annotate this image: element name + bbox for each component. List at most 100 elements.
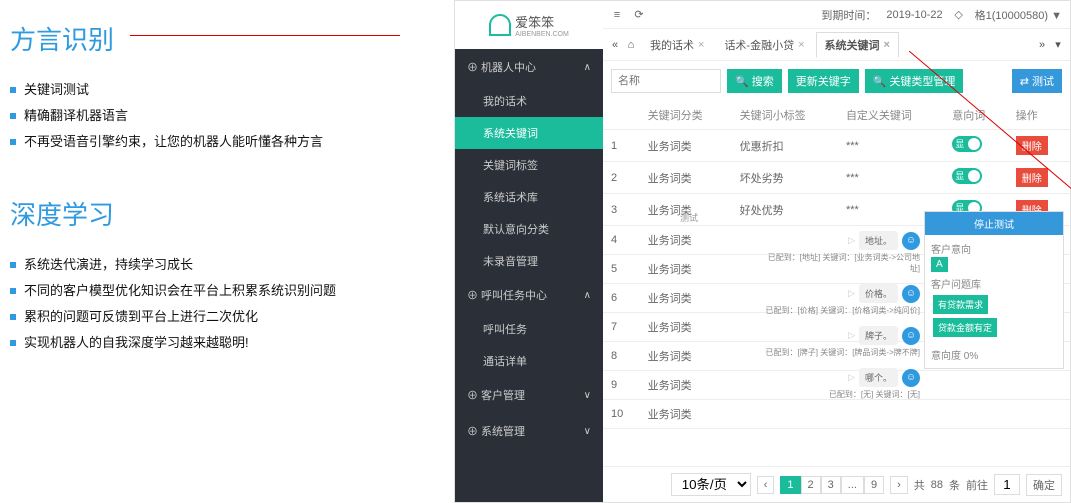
user-menu[interactable]: 格1(10000580) ▼ bbox=[975, 7, 1062, 23]
manage-types-button[interactable]: 🔍 关键类型管理 bbox=[865, 69, 964, 93]
sidebar-group[interactable]: ⊕ 客户管理∨ bbox=[455, 377, 603, 413]
tabs-prev-icon[interactable]: « bbox=[609, 39, 621, 51]
search-button[interactable]: 🔍 搜索 bbox=[727, 69, 782, 93]
column-header bbox=[603, 101, 640, 130]
expire-label: 到期时间： bbox=[821, 7, 876, 23]
user-avatar-icon: ☺ bbox=[902, 327, 920, 345]
question-lib-label: 客户问题库 bbox=[931, 276, 1057, 291]
tag-loan-amount[interactable]: 贷款金额有定 bbox=[933, 318, 997, 337]
expire-date: 2019-10-22 bbox=[886, 9, 942, 21]
delete-button[interactable]: 删除 bbox=[1016, 136, 1048, 155]
sidebar-item[interactable]: 通话详单 bbox=[455, 345, 603, 377]
page-number[interactable]: 3 bbox=[821, 476, 841, 494]
deeplearning-list: 系统迭代演进，持续学习成长 不同的客户模型优化知识会在平台上积累系统识别问题 累… bbox=[10, 252, 454, 356]
test-result-panel: 停止测试 客户意向 A 客户问题库 有贷款需求 贷款金额有定 意向度 0% bbox=[924, 211, 1064, 369]
intent-score: 意向度 0% bbox=[931, 347, 1057, 362]
page-next[interactable]: › bbox=[890, 476, 908, 494]
marketing-panel: 方言识别 关键词测试 精确翻译机器语言 不再受语音引擎约束，让您的机器人能听懂各… bbox=[0, 0, 454, 503]
update-keywords-button[interactable]: 更新关键字 bbox=[788, 69, 859, 93]
pagination: 10条/页 ‹ 123...9 › 共 88 条 前往 确定 bbox=[603, 466, 1070, 502]
page-number[interactable]: 2 bbox=[801, 476, 821, 494]
sidebar-item[interactable]: 系统话术库 bbox=[455, 181, 603, 213]
page-goto-input[interactable] bbox=[994, 474, 1020, 495]
sidebar-item[interactable]: 呼叫任务 bbox=[455, 313, 603, 345]
test-chat-panel: 测试 ▷地址。☺已配到：[地址] 关键词：[业务词类->公司地址]▷价格。☺已配… bbox=[760, 231, 920, 410]
chat-row: ▷牌子。☺ bbox=[760, 326, 920, 345]
topbar: ≡ ⟳ 到期时间： 2019-10-22 ◇ 格1(10000580) ▼ bbox=[603, 1, 1070, 29]
list-item: 实现机器人的自我深度学习越来越聪明! bbox=[10, 330, 454, 356]
sidebar-item[interactable]: 关键词标签 bbox=[455, 149, 603, 181]
sidebar-group[interactable]: ⊕ 系统管理∨ bbox=[455, 413, 603, 449]
test-button[interactable]: ⇄ 测试 bbox=[1012, 69, 1062, 93]
column-header: 关键词分类 bbox=[640, 101, 732, 130]
tag-loan-need[interactable]: 有贷款需求 bbox=[933, 295, 988, 314]
tab[interactable]: 我的话术× bbox=[641, 32, 713, 58]
intent-badge: A bbox=[931, 257, 948, 272]
dialect-list: 关键词测试 精确翻译机器语言 不再受语音引擎约束，让您的机器人能听懂各种方言 bbox=[10, 77, 454, 155]
tab-close-icon[interactable]: × bbox=[698, 39, 704, 51]
list-item: 不同的客户模型优化知识会在平台上积累系统识别问题 bbox=[10, 278, 454, 304]
tab-close-icon[interactable]: × bbox=[798, 39, 804, 51]
column-header: 意向词 bbox=[944, 101, 1008, 130]
match-result: 已配到：[牌子] 关键词：[牌品词类->牌不牌] bbox=[760, 347, 920, 358]
tab-close-icon[interactable]: × bbox=[884, 39, 890, 51]
tag-icon[interactable]: ◇ bbox=[953, 8, 965, 21]
test-label: 测试 bbox=[680, 211, 698, 224]
page-prev[interactable]: ‹ bbox=[757, 476, 775, 494]
section-title-deeplearning: 深度学习 bbox=[10, 195, 454, 232]
section-title-dialect: 方言识别 bbox=[10, 20, 454, 57]
user-avatar-icon: ☺ bbox=[902, 232, 920, 250]
list-item: 不再受语音引擎约束，让您的机器人能听懂各种方言 bbox=[10, 129, 454, 155]
page-number[interactable]: ... bbox=[841, 476, 864, 494]
page-number[interactable]: 9 bbox=[864, 476, 884, 494]
delete-button[interactable]: 删除 bbox=[1016, 168, 1048, 187]
user-bubble: 牌子。 bbox=[859, 326, 898, 345]
sidebar-group[interactable]: ⊕ 呼叫任务中心∧ bbox=[455, 277, 603, 313]
stop-test-button[interactable]: 停止测试 bbox=[925, 212, 1063, 235]
refresh-icon[interactable]: ⟳ bbox=[633, 8, 645, 21]
match-result: 已配到：[无] 关键词：[无] bbox=[760, 389, 920, 400]
table-row: 1业务词类优惠折扣***显删除 bbox=[603, 130, 1070, 162]
intent-toggle[interactable]: 显 bbox=[952, 136, 982, 152]
sidebar-item[interactable]: 系统关键词 bbox=[455, 117, 603, 149]
sidebar-item[interactable]: 默认意向分类 bbox=[455, 213, 603, 245]
chat-row: ▷哪个。☺ bbox=[760, 368, 920, 387]
chat-row: ▷地址。☺ bbox=[760, 231, 920, 250]
toolbar: 🔍 搜索 更新关键字 🔍 关键类型管理 ⇄ 测试 bbox=[603, 61, 1070, 101]
list-item: 累积的问题可反馈到平台上进行二次优化 bbox=[10, 304, 454, 330]
match-result: 已配到：[地址] 关键词：[业务词类->公司地址] bbox=[760, 252, 920, 274]
column-header: 操作 bbox=[1008, 101, 1070, 130]
column-header: 关键词小标签 bbox=[732, 101, 838, 130]
total-count: 88 bbox=[931, 479, 943, 491]
sidebar-item[interactable]: 未录音管理 bbox=[455, 245, 603, 277]
home-icon[interactable]: ⌂ bbox=[625, 39, 637, 51]
menu-icon[interactable]: ≡ bbox=[611, 9, 623, 21]
page-size-select[interactable]: 10条/页 bbox=[671, 473, 751, 496]
tab[interactable]: 话术-金融小贷× bbox=[715, 32, 813, 58]
list-item: 关键词测试 bbox=[10, 77, 454, 103]
robot-icon bbox=[489, 14, 511, 36]
app-window: 爱笨笨 AIBENBEN.COM ⊕ 机器人中心∧我的话术系统关键词关键词标签系… bbox=[454, 0, 1071, 503]
brand-sub: AIBENBEN.COM bbox=[515, 31, 569, 38]
sidebar: 爱笨笨 AIBENBEN.COM ⊕ 机器人中心∧我的话术系统关键词关键词标签系… bbox=[455, 1, 603, 502]
page-number[interactable]: 1 bbox=[780, 476, 800, 494]
match-result: 已配到：[价格] 关键词：[价格词类->纯问价] bbox=[760, 305, 920, 316]
user-avatar-icon: ☺ bbox=[902, 369, 920, 387]
chat-row: ▷价格。☺ bbox=[760, 284, 920, 303]
name-input[interactable] bbox=[611, 69, 721, 93]
intent-toggle[interactable]: 显 bbox=[952, 168, 982, 184]
sidebar-group[interactable]: ⊕ 机器人中心∧ bbox=[455, 49, 603, 85]
column-header: 自定义关键词 bbox=[838, 101, 944, 130]
tab-bar: « ⌂ 我的话术×话术-金融小贷×系统关键词× » ▾ bbox=[603, 29, 1070, 61]
tabs-menu-icon[interactable]: ▾ bbox=[1052, 38, 1064, 51]
brand-name: 爱笨笨 bbox=[515, 12, 569, 31]
user-bubble: 价格。 bbox=[859, 284, 898, 303]
user-avatar-icon: ☺ bbox=[902, 285, 920, 303]
user-bubble: 地址。 bbox=[859, 231, 898, 250]
logo: 爱笨笨 AIBENBEN.COM bbox=[455, 1, 603, 49]
tabs-next-icon[interactable]: » bbox=[1036, 39, 1048, 51]
sidebar-item[interactable]: 我的话术 bbox=[455, 85, 603, 117]
intent-label: 客户意向 bbox=[931, 241, 1057, 256]
page-confirm[interactable]: 确定 bbox=[1026, 474, 1062, 496]
tab[interactable]: 系统关键词× bbox=[816, 32, 899, 58]
